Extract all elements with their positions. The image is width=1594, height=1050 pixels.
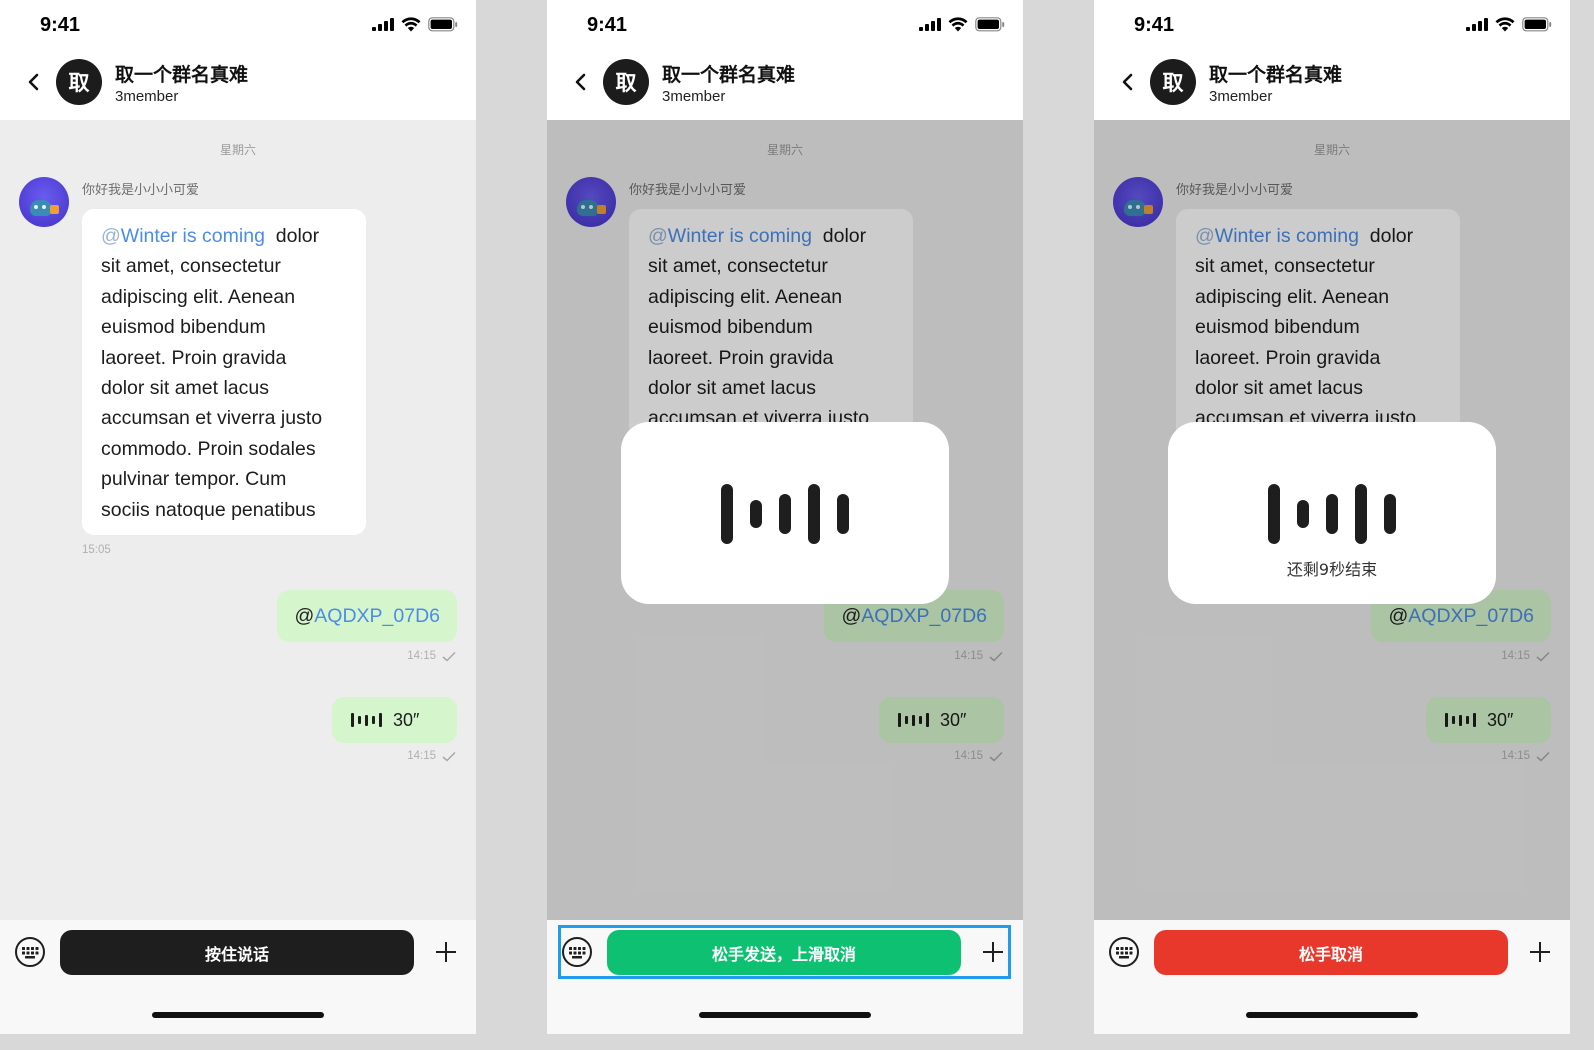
voice-recording-hud: 还剩9秒结束 [1168, 422, 1496, 604]
chat-header: 取 取一个群名真难 3member [1094, 52, 1570, 120]
group-title: 取一个群名真难 [662, 64, 796, 86]
status-time: 9:41 [1134, 14, 1175, 36]
read-check-icon [442, 651, 456, 662]
home-indicator [152, 1012, 324, 1018]
message-list[interactable]: 星期六 你好我是小小小可爱 @Winter is coming dolor si… [1094, 120, 1570, 920]
incoming-message-bubble[interactable]: @Winter is coming dolor sit amet, consec… [82, 209, 366, 535]
countdown-caption: 还剩9秒结束 [1286, 560, 1378, 579]
mention-at-sign: @ [294, 604, 315, 627]
message-line: accumsan et viverra justo [101, 407, 323, 430]
mention-at-sign: @ [101, 225, 121, 247]
timestamp-text: 14:15 [407, 650, 436, 662]
message-line: commodo. Proin sodales [101, 437, 316, 460]
input-bar: 松手发送，上滑取消 [547, 920, 1023, 1034]
message-body: sit amet, consectetur adipiscing elit. Ae… [101, 251, 350, 525]
outgoing-mention-bubble[interactable]: @ AQDXP_07D6 [277, 590, 457, 642]
chat-header: 取 取一个群名真难 3member [547, 52, 1023, 120]
message-line: adipiscing elit. Aenean [101, 285, 296, 308]
hold-to-talk-button[interactable]: 松手取消 [1154, 930, 1508, 975]
keyboard-icon[interactable] [1108, 936, 1140, 968]
back-chevron-icon[interactable] [1116, 70, 1140, 94]
group-avatar[interactable]: 取 [1150, 59, 1196, 105]
date-divider: 星期六 [219, 143, 256, 157]
recording-wave-icon [621, 484, 949, 544]
voice-message-bubble[interactable]: 30″ [332, 697, 457, 743]
back-chevron-icon[interactable] [22, 70, 46, 94]
sender-avatar[interactable] [19, 177, 69, 227]
cellular-signal-icon [372, 18, 394, 31]
back-chevron-icon[interactable] [569, 70, 593, 94]
message-line: pulvinar tempor. Cum [101, 468, 287, 491]
input-bar: 松手取消 [1094, 920, 1570, 1034]
hold-to-talk-button[interactable]: 按住说话 [60, 930, 414, 975]
incoming-timestamp: 15:05 [82, 544, 111, 556]
message-line: laoreet. Proin gravida [101, 346, 287, 369]
phone-screen-idle: 9:41 取 取一个群名真难 3member 星期六 你好我是小小小可爱 @Wi… [0, 0, 476, 1034]
phone-screen-cancel: 9:41 取 取一个群名真难 3member 星期六 你好我是小小小可爱 @Wi… [1094, 0, 1570, 1034]
mention-name[interactable]: AQDXP_07D6 [314, 605, 440, 628]
message-line: sociis natoque penatibus [101, 498, 316, 521]
home-indicator [699, 1012, 871, 1018]
home-indicator [1246, 1012, 1418, 1018]
message-list[interactable]: 星期六 你好我是小小小可爱 @Winter is coming dolor si… [547, 120, 1023, 920]
outgoing-timestamp: 14:15 [407, 650, 456, 662]
sender-name: 你好我是小小小可爱 [82, 183, 200, 198]
battery-icon [975, 17, 1005, 32]
battery-icon [1522, 17, 1552, 32]
status-time: 9:41 [40, 14, 81, 36]
group-avatar[interactable]: 取 [603, 59, 649, 105]
timestamp-text: 14:15 [407, 750, 436, 762]
wifi-icon [1495, 17, 1515, 32]
message-line: sit amet, consectetur [101, 255, 281, 278]
status-bar: 9:41 [0, 0, 476, 52]
voice-duration: 30″ [393, 709, 420, 730]
phone-screen-recording: 9:41 取 取一个群名真难 3member 星期六 你好我是小小小可爱 @Wi… [547, 0, 1023, 1034]
cellular-signal-icon [919, 18, 941, 31]
status-time: 9:41 [587, 14, 628, 36]
status-icons [919, 17, 1005, 32]
group-avatar[interactable]: 取 [56, 59, 102, 105]
mention-link[interactable]: @Winter is coming [101, 225, 265, 247]
member-count: 3member [115, 88, 179, 105]
member-count: 3member [662, 88, 726, 105]
input-bar: 按住说话 [0, 920, 476, 1034]
message-line: euismod bibendum [101, 316, 266, 339]
status-icons [1466, 17, 1552, 32]
cellular-signal-icon [1466, 18, 1488, 31]
group-title: 取一个群名真难 [1209, 64, 1343, 86]
battery-icon [428, 17, 458, 32]
status-bar: 9:41 [547, 0, 1023, 52]
highlight-frame [558, 925, 1011, 979]
read-check-icon [442, 751, 456, 762]
status-bar: 9:41 [1094, 0, 1570, 52]
voice-recording-hud [621, 422, 949, 604]
recording-wave-icon [1168, 484, 1496, 544]
wifi-icon [401, 17, 421, 32]
message-list[interactable]: 星期六 你好我是小小小可爱 @Winter is coming dolor si… [0, 120, 476, 920]
member-count: 3member [1209, 88, 1273, 105]
status-icons [372, 17, 458, 32]
outgoing-timestamp: 14:15 [407, 750, 456, 762]
plus-icon[interactable] [435, 941, 457, 963]
keyboard-icon[interactable] [14, 936, 46, 968]
wifi-icon [948, 17, 968, 32]
group-title: 取一个群名真难 [115, 64, 249, 86]
mention-name: Winter is coming [120, 225, 265, 247]
plus-icon[interactable] [1529, 941, 1551, 963]
chat-header: 取 取一个群名真难 3member [0, 52, 476, 120]
message-line: dolor sit amet lacus [101, 377, 269, 400]
message-text: dolor [275, 225, 320, 247]
voice-wave-icon [351, 713, 382, 727]
